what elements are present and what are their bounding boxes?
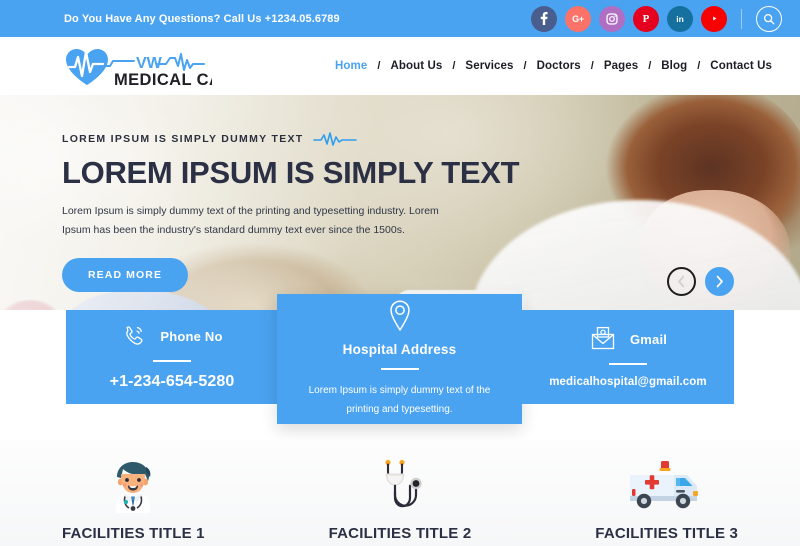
top-bar-contact-text: Do You Have Any Questions? Call Us +1234… [64, 12, 340, 25]
search-icon[interactable] [756, 5, 782, 32]
google-plus-icon[interactable]: G+ [565, 5, 591, 32]
brand-logo[interactable]: VW MEDICAL CARE [62, 44, 245, 89]
stethoscope-icon [369, 455, 431, 517]
nav-item-pages[interactable]: Pages [594, 60, 648, 72]
info-card-phone[interactable]: Phone No +1-234-654-5280 [66, 310, 278, 404]
facility-item-3[interactable]: FACILITIES TITLE 3 [533, 455, 800, 542]
address-card-title: Hospital Address [342, 341, 457, 357]
phone-card-value: +1-234-654-5280 [109, 373, 235, 390]
pinterest-icon[interactable]: P [633, 5, 659, 32]
gmail-card-divider [609, 363, 647, 365]
facilities-section: FACILITIES TITLE 1 FACILITIES TITLE 2 FA… [0, 440, 800, 546]
hero-carousel-controls [667, 267, 734, 296]
pulse-line-icon [312, 132, 357, 146]
envelope-at-icon [591, 326, 615, 350]
brand-name-top: VW [136, 55, 163, 72]
info-card-address[interactable]: Hospital Address Lorem Ipsum is simply d… [277, 294, 522, 424]
hero-eyebrow-row: LOREM IPSUM IS SIMPLY DUMMY TEXT [62, 131, 519, 147]
instagram-icon[interactable] [599, 5, 625, 32]
hero-title: LOREM IPSUM IS SIMPLY TEXT [62, 155, 520, 190]
address-card-text: Lorem Ipsum is simply dummy text of the … [308, 384, 491, 416]
top-bar-social-group: G+ P in [531, 0, 782, 37]
map-pin-icon [389, 299, 410, 331]
carousel-next-button[interactable] [705, 267, 734, 296]
linkedin-icon[interactable]: in [667, 5, 693, 32]
phone-card-head: Phone No [121, 323, 222, 349]
topbar-divider [741, 8, 742, 29]
nav-item-home[interactable]: Home [325, 60, 377, 72]
nav-item-contact-us[interactable]: Contact Us [700, 60, 782, 72]
phone-card-divider [153, 360, 191, 362]
hero-banner: LOREM IPSUM IS SIMPLY DUMMY TEXT LOREM I… [0, 95, 800, 310]
gmail-card-title: Gmail [629, 331, 668, 347]
gmail-card-head: Gmail [589, 326, 667, 352]
hero-content: LOREM IPSUM IS SIMPLY DUMMY TEXT LOREM I… [62, 131, 520, 293]
nav-item-services[interactable]: Services [455, 60, 523, 72]
gmail-card-value: medicalhospital@gmail.com [549, 376, 707, 388]
youtube-icon[interactable] [701, 5, 727, 32]
read-more-button[interactable]: READ MORE [62, 258, 189, 293]
phone-ringing-icon [126, 326, 143, 345]
facility-item-1[interactable]: FACILITIES TITLE 1 [0, 455, 267, 542]
doctor-avatar-icon [102, 455, 164, 517]
heart-pulse-logo: VW MEDICAL CARE [62, 44, 245, 89]
facebook-icon[interactable] [531, 5, 557, 32]
site-header: VW MEDICAL CARE Home / About Us / Servic… [0, 37, 800, 95]
phone-card-title: Phone No [160, 328, 223, 344]
brand-name-bottom: MEDICAL CARE [114, 71, 212, 88]
facility-item-2[interactable]: FACILITIES TITLE 2 [267, 455, 534, 542]
facility-label-1: FACILITIES TITLE 1 [61, 525, 205, 542]
info-card-gmail[interactable]: Gmail medicalhospital@gmail.com [522, 310, 734, 404]
facility-label-3: FACILITIES TITLE 3 [595, 525, 739, 542]
hero-description: Lorem Ipsum is simply dummy text of the … [62, 204, 439, 236]
facility-label-2: FACILITIES TITLE 2 [328, 525, 472, 542]
main-navigation: Home / About Us / Services / Doctors / P… [325, 37, 782, 95]
nav-item-blog[interactable]: Blog [651, 60, 697, 72]
carousel-prev-button[interactable] [667, 267, 696, 296]
address-card-divider [380, 367, 419, 370]
ambulance-icon [623, 455, 711, 517]
hero-eyebrow: LOREM IPSUM IS SIMPLY DUMMY TEXT [62, 133, 304, 145]
info-cards-band: Phone No +1-234-654-5280 Hospital Addres… [0, 294, 800, 440]
chevron-left-icon [678, 275, 685, 288]
nav-item-doctors[interactable]: Doctors [527, 60, 591, 72]
nav-item-about-us[interactable]: About Us [380, 60, 452, 72]
top-bar: Do You Have Any Questions? Call Us +1234… [0, 0, 800, 37]
chevron-right-icon [716, 275, 723, 288]
